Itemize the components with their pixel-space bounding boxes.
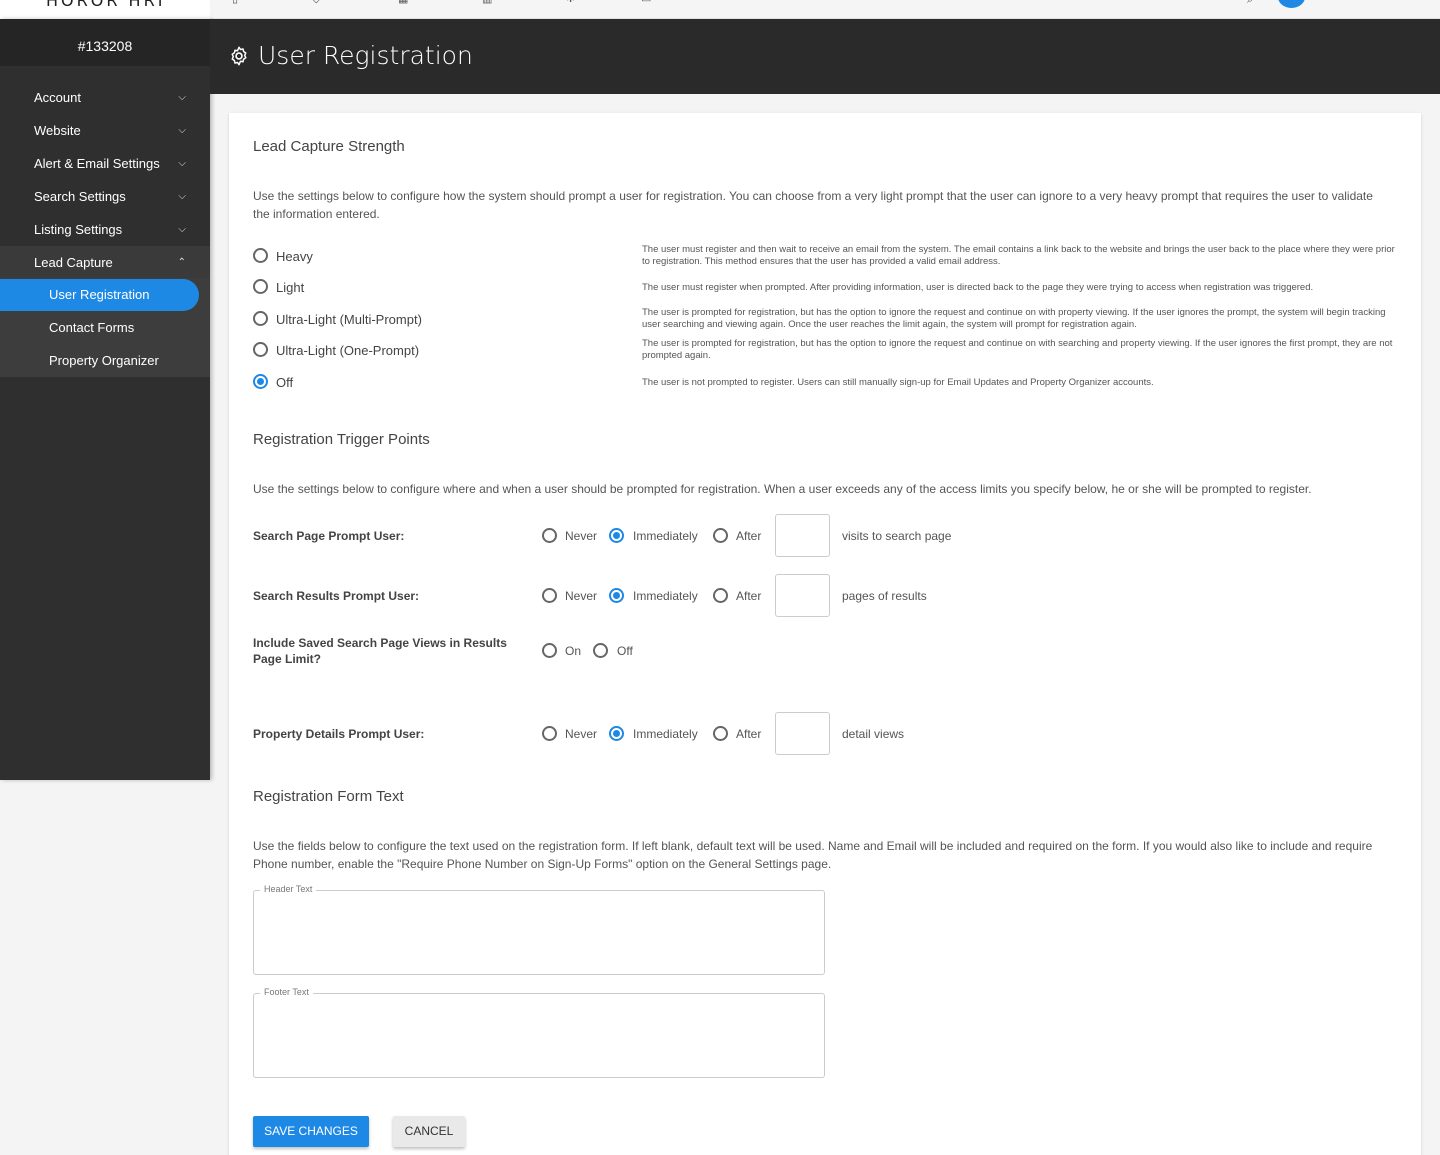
message-icon[interactable]: ▭ [641,0,653,5]
form-text-title: Registration Form Text [253,788,404,805]
search-results-after-label: After [736,589,762,603]
search-results-never-radio[interactable] [542,588,557,603]
page-title: User Registration [258,41,473,70]
nav-icon[interactable]: ▯ [232,0,244,5]
saved-search-on-label: On [565,644,582,658]
search-icon[interactable]: ⌕ [1247,0,1253,7]
sidebar-item-account[interactable]: Account ⌵ [0,81,210,114]
map-pin-icon[interactable]: ◇ [312,0,324,5]
property-details-never-label: Never [565,727,598,741]
header-text-label: Header Text [260,884,317,894]
sidebar-item-alert-email-settings[interactable]: Alert & Email Settings ⌵ [0,147,210,180]
search-page-after-radio[interactable] [713,528,728,543]
property-details-suffix: detail views [842,727,905,741]
sidebar-item-listing-settings[interactable]: Listing Settings ⌵ [0,213,210,246]
chevron-down-icon: ⌵ [178,92,186,103]
calendar-icon[interactable]: ▦ [398,0,410,5]
logo-area: HOROR HRI [0,0,210,19]
chevron-down-icon: ⌵ [178,125,186,136]
lead-ultra-multi-radio[interactable] [253,311,268,326]
search-results-suffix: pages of results [842,589,927,603]
search-page-immediately-label: Immediately [633,529,698,543]
lead-ultra-one-label: Ultra-Light (One-Prompt) [276,343,420,358]
lead-off-desc: The user is not prompted to register. Us… [642,377,1154,388]
search-page-never-label: Never [565,529,598,543]
sidebar-item-property-organizer[interactable]: Property Organizer [0,345,199,377]
cancel-button[interactable]: CANCEL [393,1116,465,1147]
sidebar-item-label: Search Settings [34,189,126,204]
sidebar-item-label: Website [34,123,81,138]
saved-search-on-radio[interactable] [542,643,557,658]
chevron-up-icon: ⌃ [177,257,186,268]
search-page-label: Search Page Prompt User: [253,529,405,543]
lead-ultra-one-radio[interactable] [253,342,268,357]
trigger-points-title: Registration Trigger Points [253,431,430,448]
sidebar-item-user-registration[interactable]: User Registration [0,279,199,311]
lead-heavy-desc: The user must register and then wait to … [642,244,1395,267]
lead-light-radio[interactable] [253,279,268,294]
property-details-after-radio[interactable] [713,726,728,741]
chart-icon[interactable]: ▥ [482,0,494,5]
search-results-never-label: Never [565,589,598,603]
header-text-field[interactable]: Header Text [253,884,825,975]
top-navbar: HOROR HRI ▯ ◇ ▦ ▥ ✲ ▭ ⌕ [0,0,1440,19]
sidebar-item-lead-capture[interactable]: Lead Capture ⌃ [0,246,210,279]
chevron-down-icon: ⌵ [178,158,186,169]
sidebar-item-label: Alert & Email Settings [34,156,160,171]
page-header: User Registration [210,19,1440,94]
settings-icon[interactable]: ✲ [566,0,578,5]
property-details-views-input[interactable] [775,712,830,755]
search-results-pages-input[interactable] [775,574,830,617]
sidebar-item-label: Listing Settings [34,222,123,237]
property-details-immediately-radio[interactable] [609,726,624,741]
form-text-description: Use the fields below to configure the te… [253,839,1373,871]
search-results-after-radio[interactable] [713,588,728,603]
sidebar-item-search-settings[interactable]: Search Settings ⌵ [0,180,210,213]
lead-capture-description: Use the settings below to configure how … [253,189,1373,221]
search-results-immediately-label: Immediately [633,589,698,603]
sidebar-item-contact-forms[interactable]: Contact Forms [0,312,199,344]
lead-ultra-multi-label: Ultra-Light (Multi-Prompt) [276,312,422,327]
footer-text-label: Footer Text [260,987,313,997]
lead-heavy-label: Heavy [276,249,313,264]
saved-search-off-label: Off [617,644,633,658]
property-details-label: Property Details Prompt User: [253,727,425,741]
avatar[interactable] [1278,0,1305,8]
search-page-suffix: visits to search page [842,529,952,543]
lead-ultra-multi-desc: The user is prompted for registration, b… [642,307,1386,330]
lead-capture-title: Lead Capture Strength [253,138,405,155]
footer-text-field[interactable]: Footer Text [253,987,825,1078]
search-results-immediately-radio[interactable] [609,588,624,603]
chevron-down-icon: ⌵ [178,224,186,235]
chevron-down-icon: ⌵ [178,191,186,202]
save-changes-button[interactable]: SAVE CHANGES [253,1116,369,1147]
search-results-label: Search Results Prompt User: [253,589,420,603]
lead-capture-submenu: User Registration Contact Forms Property… [0,278,210,377]
lead-light-desc: The user must register when prompted. Af… [642,282,1314,293]
property-details-never-radio[interactable] [542,726,557,741]
search-page-visits-input[interactable] [775,514,830,557]
search-page-immediately-radio[interactable] [609,528,624,543]
trigger-points-description: Use the settings below to configure wher… [253,482,1312,496]
saved-search-off-radio[interactable] [593,643,608,658]
sidebar-item-label: Account [34,90,81,105]
sidebar-item-label: Lead Capture [34,255,113,270]
sidebar-item-website[interactable]: Website ⌵ [0,114,210,147]
search-page-never-radio[interactable] [542,528,557,543]
lead-off-label: Off [276,375,294,390]
lead-light-label: Light [276,280,305,295]
account-id: #133208 [0,19,210,66]
sidebar: #133208 Account ⌵ Website ⌵ Alert & Emai… [0,19,210,780]
property-details-immediately-label: Immediately [633,727,698,741]
lead-ultra-one-desc: The user is prompted for registration, b… [642,338,1393,361]
logo: HOROR HRI [46,0,166,10]
saved-search-label: Include Saved Search Page Views in Resul… [253,636,507,666]
lead-heavy-radio[interactable] [253,248,268,263]
lead-off-radio[interactable] [253,374,268,389]
gear-icon [231,46,247,66]
search-page-after-label: After [736,529,762,543]
settings-card: Lead Capture Strength Use the settings b… [229,113,1421,1155]
property-details-after-label: After [736,727,762,741]
